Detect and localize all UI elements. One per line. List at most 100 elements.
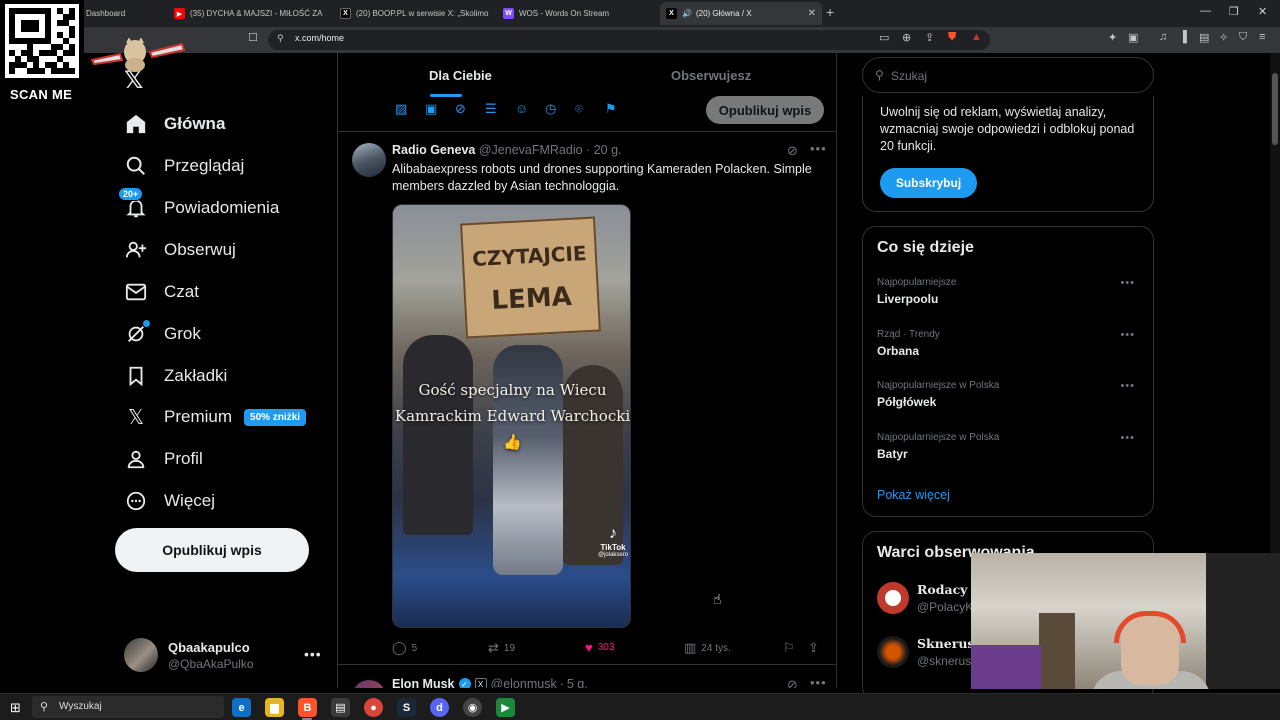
bookmark-button[interactable]: ⚐ (783, 640, 800, 656)
more-icon[interactable]: ••• (1120, 380, 1135, 392)
tab-dashboard[interactable]: Dashboard (80, 2, 166, 25)
leo-icon[interactable]: ✧ (1219, 31, 1228, 44)
repost-button[interactable]: ⇄ 19 (488, 640, 515, 656)
more-icon[interactable]: ••• (810, 675, 827, 688)
tab-wos[interactable]: W WOS - Words On Stream (497, 2, 657, 25)
share-icon[interactable]: ⇪ (925, 31, 934, 44)
taskbar: ⊞ ⚲ Wyszukaj e ▆ B ▤ ● S d ◉ ▶ (0, 693, 1280, 720)
poll-icon[interactable]: ☰ (485, 101, 497, 117)
sidebar-item-explore[interactable]: Przeglądaj (124, 151, 244, 181)
tweet-time[interactable]: 5 g. (567, 677, 588, 688)
url-text[interactable]: x.com/home (295, 33, 344, 43)
trend-item[interactable]: Najpopularniejsze w Polska Batyr ••• (877, 432, 1143, 461)
more-icon[interactable]: ••• (1120, 329, 1135, 341)
more-icon[interactable]: ••• (1120, 432, 1135, 444)
discord-icon[interactable]: d (430, 698, 449, 717)
show-more-link[interactable]: Pokaż więcej (877, 488, 950, 502)
grok-explain-icon[interactable]: ⊘ (787, 143, 798, 159)
sidebar-item-notifications[interactable]: 20+ Powiadomienia (118, 187, 279, 223)
obs-icon[interactable]: ◉ (463, 698, 482, 717)
file-explorer-icon[interactable]: ▆ (265, 698, 284, 717)
more-icon[interactable]: ••• (810, 141, 827, 156)
x-icon: X (340, 8, 351, 19)
bell-icon: 20+ (118, 187, 148, 220)
wos-icon: W (503, 8, 514, 19)
trend-item[interactable]: Najpopularniejsze w Polska Półgłówek ••• (877, 380, 1143, 409)
avatar[interactable] (352, 680, 386, 688)
extensions-icon[interactable]: ✦ (1108, 31, 1117, 44)
composer-post-button[interactable]: Opublikuj wpis (706, 96, 824, 124)
steam-icon[interactable]: S (397, 698, 416, 717)
vpn-icon[interactable]: ⛉ (1239, 31, 1247, 44)
tweet[interactable]: Elon Musk ✓ X @elonmusk · 5 g. ⊘ ••• (338, 666, 836, 688)
reply-button[interactable]: ◯ 5 (392, 640, 417, 656)
gif-icon[interactable]: ▣ (425, 101, 437, 117)
tweet[interactable]: Radio Geneva @JenevaFMRadio · 20 g. ⊘ ••… (338, 133, 836, 665)
location-icon[interactable]: ⌾ (575, 101, 583, 117)
avatar[interactable] (352, 143, 386, 177)
author-name[interactable]: Elon Musk (392, 677, 455, 688)
search-input[interactable]: ⚲ Szukaj (862, 57, 1154, 93)
brave-shield-icon[interactable]: ⛊ (948, 31, 956, 44)
chrome-icon[interactable]: ● (364, 698, 383, 717)
media-player-icon[interactable]: ▶ (496, 698, 515, 717)
share-button[interactable]: ⇪ (808, 640, 824, 656)
bookmark-icon[interactable]: ☐ (248, 31, 258, 44)
like-button[interactable]: ♥ 303 (585, 640, 614, 655)
tab-following[interactable]: Obserwujesz (671, 68, 751, 83)
restore-icon[interactable]: ❐ (1229, 5, 1239, 18)
sidebar-item-home[interactable]: Główna (124, 109, 225, 139)
close-icon[interactable]: ✕ (808, 8, 816, 19)
tweet-video[interactable]: CZYTAJCIE LEMA Gość specjalny na Wiecu K… (392, 204, 631, 628)
scrollbar-thumb[interactable] (1272, 73, 1278, 145)
image-icon[interactable]: ▨ (395, 101, 407, 117)
tab-x-home[interactable]: X 🔊 (20) Główna / X ✕ (660, 2, 822, 25)
sidebar-item-more[interactable]: Więcej (124, 486, 215, 516)
brave-icon[interactable]: B (298, 698, 317, 717)
flag-icon[interactable]: ⚑ (605, 101, 617, 117)
cast-icon[interactable]: ▭ (879, 31, 889, 44)
emoji-icon[interactable]: ☺ (515, 101, 528, 116)
wallet-icon[interactable]: ▤ (1199, 31, 1209, 44)
sidebar-item-bookmarks[interactable]: Zakładki (124, 361, 227, 391)
sidebar-toggle-icon[interactable]: ▐ (1179, 31, 1187, 43)
zoom-icon[interactable]: ⊕ (902, 31, 911, 44)
more-icon[interactable]: ••• (1120, 277, 1135, 289)
music-icon[interactable]: ♫ (1159, 31, 1167, 43)
window-close-icon[interactable]: ✕ (1258, 5, 1267, 18)
grok-explain-icon[interactable]: ⊘ (787, 677, 798, 688)
app-icon[interactable]: ▤ (331, 698, 350, 717)
menu-icon[interactable]: ≡ (1259, 31, 1265, 43)
rewards-icon[interactable]: ▲ (971, 31, 982, 43)
author-handle[interactable]: @JenevaFMRadio (479, 143, 583, 157)
trend-item[interactable]: Najpopularniejsze Liverpoolu ••• (877, 277, 1143, 306)
account-more-icon[interactable]: ••• (304, 646, 322, 662)
sidebar-item-grok[interactable]: Grok (124, 319, 201, 349)
schedule-icon[interactable]: ◷ (545, 101, 556, 117)
site-settings-icon[interactable]: ⚲ (277, 33, 284, 44)
qr-code (5, 4, 79, 78)
tab-for-you[interactable]: Dla Ciebie (429, 68, 492, 83)
grok-icon[interactable]: ⊘ (455, 101, 466, 117)
sidebar-item-follow[interactable]: Obserwuj (124, 235, 236, 265)
author-name[interactable]: Radio Geneva (392, 143, 475, 157)
tab-boop[interactable]: X (20) BOOP.PL w serwisie X: „Skolimo (334, 2, 494, 25)
tweet-time[interactable]: 20 g. (594, 143, 622, 157)
sidebar-item-chat[interactable]: Czat (124, 277, 199, 307)
post-button[interactable]: Opublikuj wpis (115, 528, 309, 572)
trend-item[interactable]: Rząd · Trendy Orbana ••• (877, 329, 1143, 358)
minimize-icon[interactable]: — (1200, 5, 1211, 17)
sidebar-item-premium[interactable]: 𝕏 Premium 50% zniżki (124, 402, 307, 432)
protest-sign: CZYTAJCIE LEMA (460, 216, 601, 339)
account-switcher[interactable]: Qbaakapulco @QbaAkaPulko (124, 638, 254, 672)
taskbar-search[interactable]: ⚲ Wyszukaj (32, 696, 224, 718)
subscribe-button[interactable]: Subskrybuj (880, 168, 977, 198)
views-button[interactable]: ▥ 24 tys. (684, 640, 731, 656)
sidebar-item-profile[interactable]: Profil (124, 444, 203, 474)
tab-youtube[interactable]: ▶ (35) DYCHA & MAJSZI - MIŁOŚĆ ZA (168, 2, 330, 25)
screenshot-icon[interactable]: ▣ (1128, 31, 1138, 44)
windows-start-icon[interactable]: ⊞ (10, 700, 21, 716)
author-handle[interactable]: @elonmusk (491, 677, 557, 688)
new-tab-button[interactable]: + (826, 4, 834, 20)
edge-icon[interactable]: e (232, 698, 251, 717)
